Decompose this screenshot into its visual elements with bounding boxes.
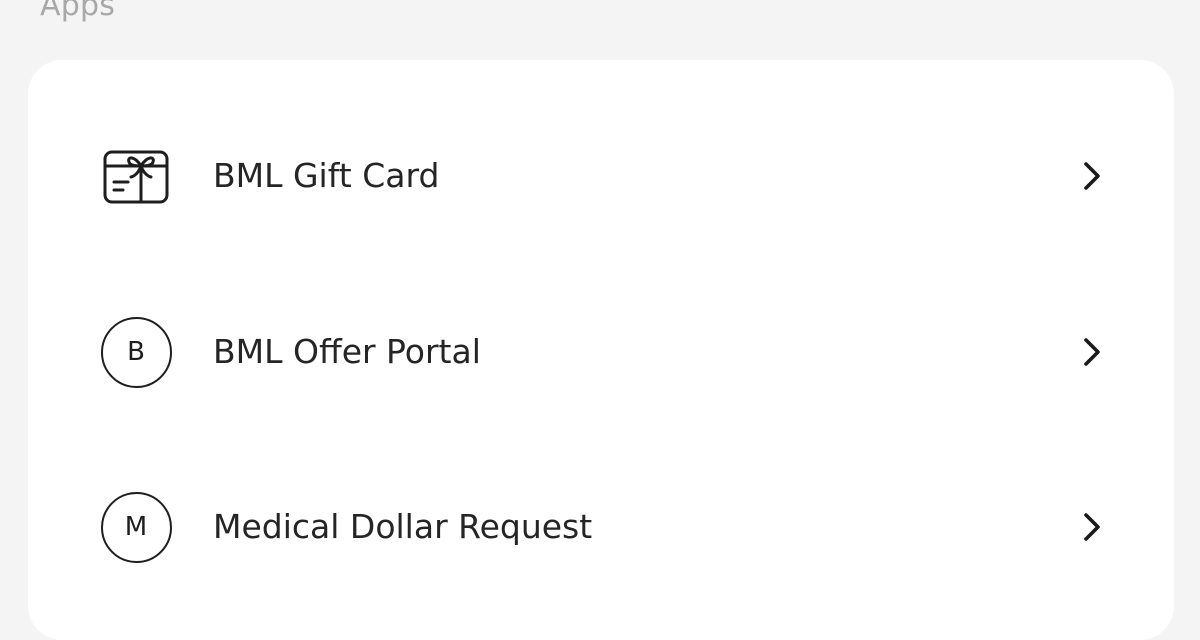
app-row-bml-offer-portal[interactable]: B BML Offer Portal: [28, 297, 1174, 407]
app-label: BML Gift Card: [213, 156, 440, 195]
app-row-medical-dollar-request[interactable]: M Medical Dollar Request: [28, 472, 1174, 582]
gift-card-icon: [98, 138, 174, 214]
letter-b-icon: B: [98, 314, 174, 390]
chevron-right-icon: [1084, 513, 1100, 541]
chevron-right-icon: [1084, 162, 1100, 190]
chevron-right-icon: [1084, 338, 1100, 366]
apps-card: BML Gift Card B BML Offer Portal M Medic…: [28, 60, 1174, 640]
letter-m-icon: M: [98, 489, 174, 565]
section-title: Apps: [40, 0, 116, 23]
app-row-bml-gift-card[interactable]: BML Gift Card: [28, 121, 1174, 231]
app-label: BML Offer Portal: [213, 332, 481, 371]
app-label: Medical Dollar Request: [213, 507, 593, 546]
